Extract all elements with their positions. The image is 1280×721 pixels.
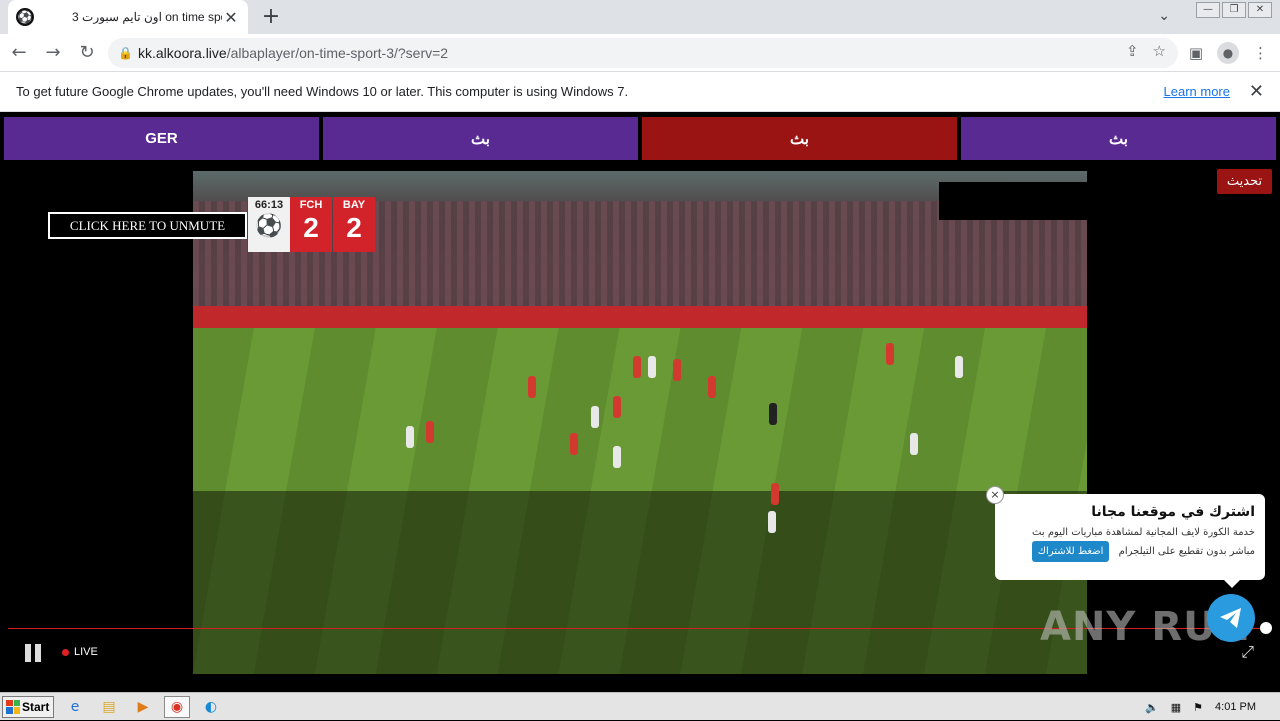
player [708, 376, 716, 398]
server-button-4[interactable]: بث [961, 117, 1276, 160]
infobar-close-icon[interactable]: ✕ [1249, 81, 1264, 102]
tab-search-chevron-icon[interactable]: ⌄ [1158, 8, 1170, 24]
restore-button[interactable]: ❐ [1222, 2, 1246, 18]
player [886, 343, 894, 365]
system-tray: 🔈 ▦ ⚑ 4:01 PM [1145, 693, 1280, 721]
browser-tab[interactable]: ⚽ اون تايم سبورت 3 on time sport ✕ [8, 0, 248, 34]
player [528, 376, 536, 398]
progress-knob[interactable] [1260, 622, 1272, 634]
bookmark-star-icon[interactable]: ☆ [1153, 42, 1166, 60]
live-dot-icon [62, 648, 69, 656]
subscribe-popup: اشترك في موقعنا مجانا خدمة الكورة لايف ا… [995, 494, 1265, 580]
popup-title: اشترك في موقعنا مجانا [1091, 504, 1255, 520]
chrome-icon[interactable]: ◉ [164, 695, 190, 718]
player [406, 426, 414, 448]
unmute-button[interactable]: CLICK HERE TO UNMUTE [48, 212, 247, 239]
away-abbr: BAY [342, 199, 366, 211]
window-controls: — ❐ ✕ [1196, 2, 1272, 18]
pause-button[interactable] [25, 644, 43, 662]
player [768, 511, 776, 533]
lock-icon[interactable]: 🔒 [118, 46, 138, 60]
player [426, 421, 434, 443]
edge-icon[interactable]: ◐ [198, 696, 224, 718]
browser-toolbar: ← → ↻ 🔒 kk.alkoora.live/albaplayer/on-ti… [0, 34, 1280, 72]
away-score: 2 [346, 212, 362, 243]
pitch-shadow [193, 491, 1087, 674]
start-label: Start [22, 699, 50, 714]
player [673, 359, 681, 381]
learn-more-link[interactable]: Learn more [1164, 84, 1230, 99]
server-button-1[interactable]: GER [4, 117, 319, 160]
player [771, 483, 779, 505]
network-icon[interactable]: ▦ [1171, 701, 1181, 714]
tab-title: اون تايم سبورت 3 on time sport [72, 10, 222, 24]
match-time: 66:13 [254, 199, 284, 211]
side-panel-icon[interactable]: ▣ [1189, 44, 1203, 62]
pause-icon [25, 644, 31, 662]
menu-kebab-icon[interactable]: ⋮ [1253, 44, 1268, 62]
soccer-ball-icon: ⚽ [16, 8, 34, 26]
live-indicator: LIVE [62, 646, 98, 658]
player [633, 356, 641, 378]
url-host: kk.alkoora.live [138, 45, 227, 61]
flag-icon[interactable]: ⚑ [1193, 701, 1203, 714]
advertising-board [193, 306, 1087, 328]
player [769, 403, 777, 425]
channel-logo-cover [939, 182, 1087, 220]
player [613, 396, 621, 418]
page-content: GER بث بث بث تحديث 66:13 ⚽ FCH 2 BAY 2 C… [0, 112, 1280, 692]
start-button[interactable]: Start [2, 695, 54, 718]
live-label: LIVE [74, 646, 98, 658]
clock[interactable]: 4:01 PM [1215, 701, 1256, 713]
video-frame[interactable]: 66:13 ⚽ FCH 2 BAY 2 [193, 171, 1087, 674]
url-path: /albaplayer/on-time-sport-3/?serv=2 [226, 45, 449, 61]
close-window-button[interactable]: ✕ [1248, 2, 1272, 18]
subscribe-button[interactable]: اضغط للاشتراك [1031, 541, 1110, 562]
url-text: kk.alkoora.live/albaplayer/on-time-sport… [138, 45, 448, 61]
player [613, 446, 621, 468]
server-button-3[interactable]: بث [642, 117, 957, 160]
player [648, 356, 656, 378]
telegram-button[interactable] [1207, 594, 1255, 642]
match-clock: 66:13 ⚽ [248, 197, 290, 252]
media-player-icon[interactable]: ▶ [130, 696, 156, 718]
server-button-2[interactable]: بث [323, 117, 638, 160]
refresh-button[interactable]: تحديث [1217, 169, 1272, 194]
windows-taskbar: Start e ▤ ▶ ◉ ◐ 🔈 ▦ ⚑ 4:01 PM [0, 692, 1280, 720]
minimize-button[interactable]: — [1196, 2, 1220, 18]
home-abbr: FCH [299, 199, 323, 211]
back-arrow-icon[interactable]: ← [4, 38, 34, 68]
update-infobar: To get future Google Chrome updates, you… [0, 72, 1280, 112]
scorebug: 66:13 ⚽ FCH 2 BAY 2 [248, 197, 375, 252]
league-logo-icon: ⚽ [255, 213, 283, 238]
windows-logo-icon [6, 699, 20, 714]
popup-arrow [1224, 580, 1240, 588]
new-tab-button[interactable]: + [258, 4, 284, 30]
tab-strip: ⚽ اون تايم سبورت 3 on time sport ✕ + ⌄ —… [0, 0, 1280, 34]
share-icon[interactable]: ⇪ [1126, 42, 1139, 60]
reload-icon[interactable]: ↻ [72, 38, 102, 68]
volume-icon[interactable]: 🔈 [1145, 701, 1159, 714]
away-team: BAY 2 [333, 197, 375, 252]
home-score: 2 [303, 212, 319, 243]
pause-icon [35, 644, 41, 662]
player [910, 433, 918, 455]
profile-avatar-icon[interactable]: ● [1217, 42, 1239, 64]
player [955, 356, 963, 378]
home-team: FCH 2 [290, 197, 332, 252]
tab-close-button[interactable]: ✕ [222, 8, 240, 27]
player [591, 406, 599, 428]
address-bar[interactable]: 🔒 kk.alkoora.live/albaplayer/on-time-spo… [108, 38, 1178, 68]
telegram-icon [1220, 608, 1241, 628]
file-explorer-icon[interactable]: ▤ [96, 696, 122, 718]
popup-close-button[interactable]: × [986, 486, 1004, 504]
player [570, 433, 578, 455]
infobar-message: To get future Google Chrome updates, you… [16, 84, 629, 99]
forward-arrow-icon[interactable]: → [38, 38, 68, 68]
server-bar: GER بث بث بث [4, 117, 1276, 160]
popup-text: خدمة الكورة لايف المجانية لمشاهدة مباريا… [1005, 524, 1255, 562]
internet-explorer-icon[interactable]: e [62, 696, 88, 718]
